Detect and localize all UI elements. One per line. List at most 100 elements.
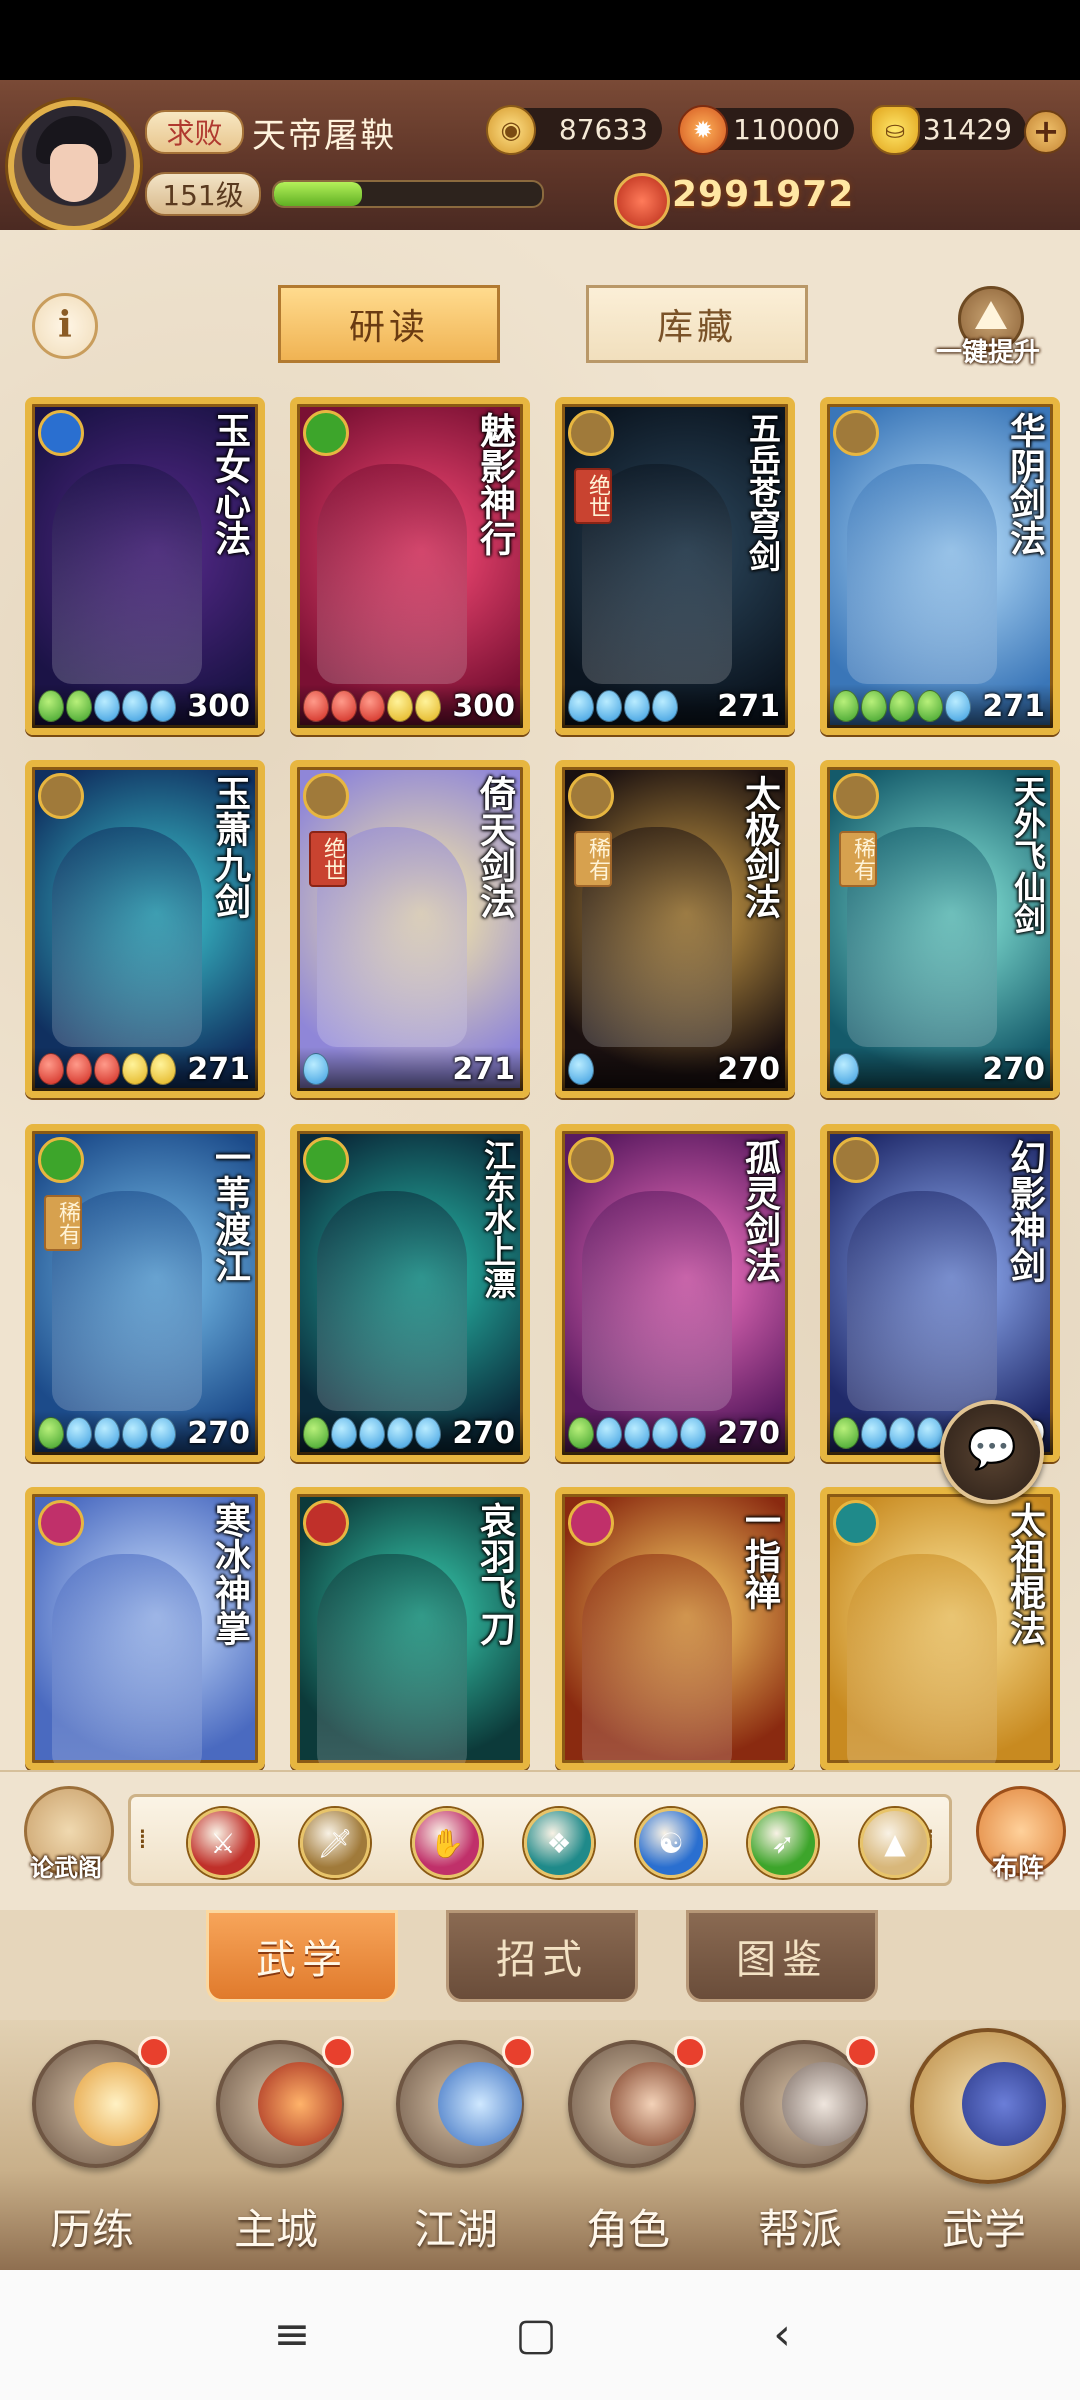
coin-value: 87633 (558, 112, 648, 146)
status-bar (0, 0, 1080, 80)
chat-icon: 💬 (967, 1426, 1017, 1472)
skill-card[interactable]: 华阴剑法 271 (820, 397, 1060, 735)
add-currency-button[interactable]: + (1024, 110, 1068, 154)
star-pips (833, 1417, 943, 1449)
nav-city[interactable]: 主城 (196, 2036, 356, 2260)
nav-role[interactable]: 角色 (548, 2036, 708, 2260)
skill-card[interactable]: 一指禅 (555, 1487, 795, 1770)
nav-martial-label: 武学 (941, 2205, 1026, 2254)
star-pips (303, 1053, 329, 1085)
nav-martial[interactable]: 武学 (904, 2028, 1066, 2260)
tab-storage[interactable]: 库藏 (586, 285, 808, 363)
pip-icon (387, 690, 413, 722)
back-icon[interactable]: ‹ (752, 2310, 812, 2360)
skill-level: 300 (187, 689, 250, 724)
pip-icon (38, 690, 64, 722)
pip-icon (66, 1053, 92, 1085)
skill-card[interactable]: 寒冰神掌 (25, 1487, 265, 1770)
pip-icon (66, 690, 92, 722)
skill-card[interactable]: 魅影神行 300 (290, 397, 530, 735)
menu-icon[interactable]: ≡ (262, 2310, 322, 2360)
star-pips (568, 690, 678, 722)
skill-card[interactable]: 一苇渡江 稀有 270 (25, 1124, 265, 1462)
character-figure (317, 1554, 467, 1763)
skill-title: 魅影神行 (474, 412, 516, 556)
skill-title: 太极剑法 (739, 775, 781, 919)
skill-card[interactable]: 天外飞仙剑 稀有 270 (820, 760, 1060, 1098)
upgrade-all-button[interactable]: 一键提升 (928, 280, 1048, 370)
pip-icon (94, 690, 120, 722)
pip-icon (122, 1417, 148, 1449)
skill-type-icon (303, 410, 349, 456)
skill-card[interactable]: 倚天剑法 绝世 271 (290, 760, 530, 1098)
nav-jianghu[interactable]: 江湖 (376, 2036, 536, 2260)
pip-icon (359, 690, 385, 722)
player-avatar[interactable] (8, 100, 140, 232)
ember-counter[interactable]: ✹ 110000 (678, 105, 854, 155)
subtab-codex[interactable]: 图鉴 (686, 1910, 878, 2002)
skill-card[interactable]: 太极剑法 稀有 270 (555, 760, 795, 1098)
pip-icon (596, 1417, 622, 1449)
palm-filter-icon[interactable]: ✋ (412, 1808, 482, 1878)
skill-title: 太祖棍法 (1004, 1502, 1046, 1646)
skill-type-icon (38, 773, 84, 819)
pip-icon (38, 1417, 64, 1449)
skill-title: 孤灵剑法 (739, 1139, 781, 1283)
nav-training[interactable]: 历练 (12, 2036, 172, 2260)
sword-filter-icon[interactable]: 🗡 (300, 1808, 370, 1878)
formation-label: 布阵 (991, 1854, 1044, 1884)
special-filter-icon[interactable]: ▲ (860, 1808, 930, 1878)
home-icon[interactable]: ▢ (506, 2310, 566, 2360)
skill-level: 271 (717, 689, 780, 724)
formation-button[interactable]: 布阵 (966, 1786, 1070, 1890)
pip-icon (889, 690, 915, 722)
pip-icon (122, 1053, 148, 1085)
character-figure (52, 827, 202, 1047)
skill-type-icon (38, 410, 84, 456)
character-figure (582, 1191, 732, 1411)
notification-dot (846, 2036, 878, 2068)
star-pips (833, 1053, 859, 1085)
character-figure (52, 464, 202, 684)
pip-icon (94, 1417, 120, 1449)
coin-counter[interactable]: ◉ 87633 (486, 105, 662, 155)
coin-icon: ◉ (486, 105, 536, 155)
skill-level: 300 (452, 689, 515, 724)
skill-card[interactable]: 玉萧九剑 271 (25, 760, 265, 1098)
skill-card[interactable]: 孤灵剑法 270 (555, 1124, 795, 1462)
skill-type-icon (568, 773, 614, 819)
subtab-moves[interactable]: 招式 (446, 1910, 638, 2002)
pip-icon (889, 1417, 915, 1449)
nav-guild[interactable]: 帮派 (720, 2036, 880, 2260)
skill-card[interactable]: 太祖棍法 (820, 1487, 1060, 1770)
info-button[interactable]: i (32, 293, 98, 359)
pip-icon (387, 1417, 413, 1449)
combat-power-icon (614, 173, 670, 229)
skill-type-icon (833, 1500, 879, 1546)
skill-card[interactable]: 江东水上漂 270 (290, 1124, 530, 1462)
skill-type-icon (568, 1500, 614, 1546)
blade-filter-icon[interactable]: ⚔ (188, 1808, 258, 1878)
skill-card[interactable]: 哀羽飞刀 (290, 1487, 530, 1770)
pip-icon (680, 1417, 706, 1449)
chat-bubble-button[interactable]: 💬 (940, 1400, 1044, 1504)
skill-title: 哀羽飞刀 (474, 1502, 516, 1646)
xp-bar (272, 180, 544, 208)
skill-card[interactable]: 五岳苍穹剑 绝世 271 (555, 397, 795, 735)
tab-study[interactable]: 研读 (278, 285, 500, 363)
pip-icon (66, 1417, 92, 1449)
scroll-left-icon[interactable]: ⁞ (138, 1822, 147, 1855)
fan-filter-icon[interactable]: ❖ (524, 1808, 594, 1878)
ingot-counter[interactable]: ⛀ 31429 (870, 105, 1026, 155)
lunwu-pavilion-button[interactable]: 论武阁 (14, 1786, 118, 1890)
nav-jianghu-label: 江湖 (413, 2205, 498, 2254)
subtab-martial[interactable]: 武学 (206, 1910, 398, 2002)
character-figure (317, 464, 467, 684)
movement-filter-icon[interactable]: ➶ (748, 1808, 818, 1878)
skill-card[interactable]: 玉女心法 300 (25, 397, 265, 735)
martial-scrolls-icon (910, 2028, 1066, 2184)
taiji-filter-icon[interactable]: ☯ (636, 1808, 706, 1878)
star-pips (38, 690, 176, 722)
skill-level: 270 (452, 1416, 515, 1451)
nav-guild-label: 帮派 (757, 2205, 842, 2254)
